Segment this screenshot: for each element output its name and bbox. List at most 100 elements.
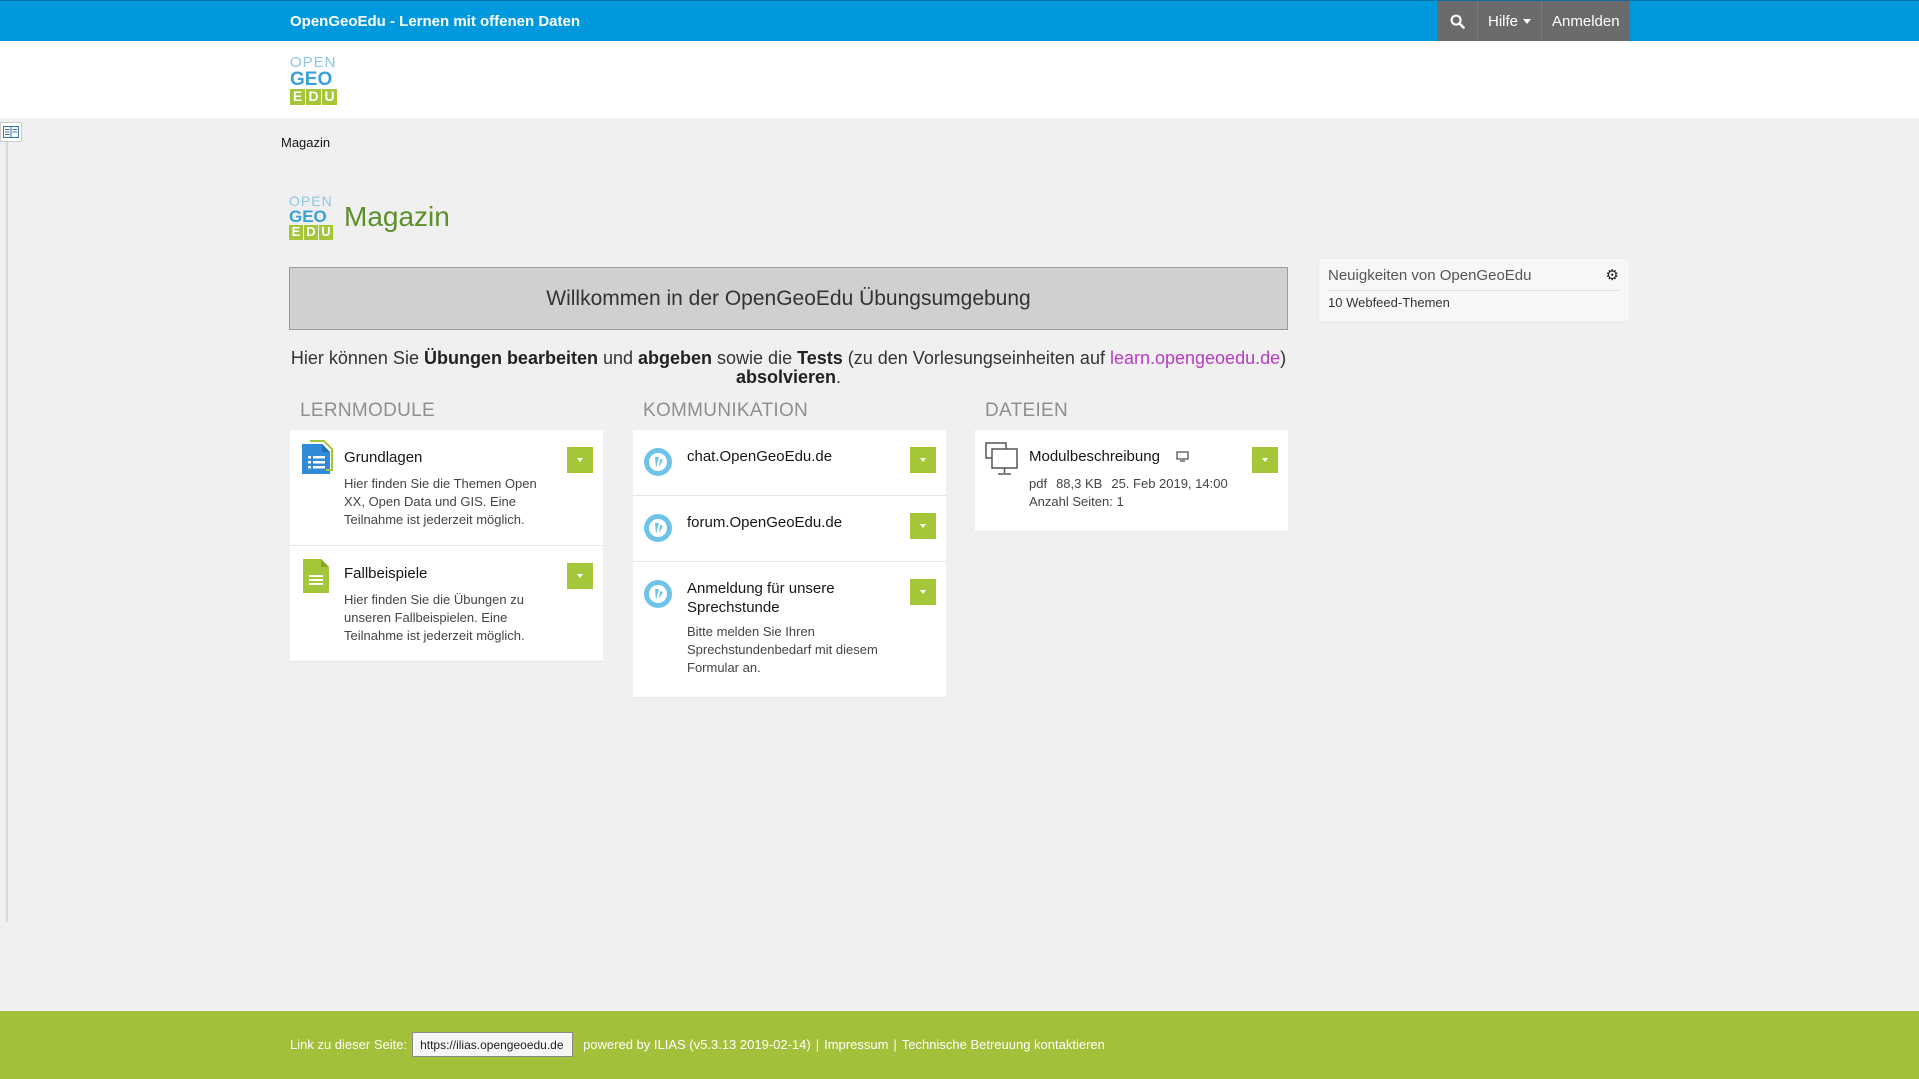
column-heading: KOMMUNIKATION bbox=[643, 400, 809, 421]
actions-dropdown-button[interactable] bbox=[910, 447, 936, 473]
chat-link-icon bbox=[643, 447, 673, 482]
actions-dropdown-button[interactable] bbox=[1252, 447, 1278, 473]
news-block: Neuigkeiten von OpenGeoEdu ⚙ 10 Webfeed-… bbox=[1318, 258, 1630, 322]
news-heading: Neuigkeiten von OpenGeoEdu bbox=[1328, 267, 1532, 284]
impressum-link[interactable]: Impressum bbox=[824, 1037, 888, 1052]
header: OPEN GEO E D U bbox=[0, 41, 1919, 118]
logo-letter: E bbox=[289, 225, 303, 240]
item-description: Bitte melden Sie Ihren Sprechstundenbeda… bbox=[687, 624, 878, 675]
slate-toggle-button[interactable] bbox=[0, 122, 22, 142]
intro-text-part: Hier können Sie bbox=[290, 348, 424, 368]
footer-row: Link zu dieser Seite: powered by ILIAS (… bbox=[290, 1032, 1105, 1057]
list-item: Modulbeschreibung pdf 88,3 KB 25. Feb 2019… bbox=[975, 430, 1288, 532]
monitor-icon bbox=[1176, 451, 1189, 462]
intro-text-part: (zu den Vorlesungseinheiten auf bbox=[842, 348, 1110, 368]
search-button[interactable] bbox=[1437, 1, 1477, 42]
powered-by-text: powered by ILIAS (v5.3.13 2019-02-14) bbox=[583, 1037, 811, 1052]
list-item: Anmeldung für unsere Sprechstunde Bitte … bbox=[633, 562, 946, 698]
page-header: OPEN GEO E D U Magazin bbox=[289, 194, 450, 240]
item-title-link[interactable]: forum.OpenGeoEdu.de bbox=[687, 513, 907, 532]
list-item: forum.OpenGeoEdu.de bbox=[633, 496, 946, 562]
logo-letter: U bbox=[322, 89, 337, 105]
gear-icon[interactable]: ⚙ bbox=[1606, 266, 1619, 284]
footer: Link zu dieser Seite: powered by ILIAS (… bbox=[0, 1011, 1919, 1079]
column-dateien: DATEIEN Modulbeschreibung pdf 88,3 KB 25. … bbox=[975, 400, 1288, 532]
file-meta: pdf 88,3 KB 25. Feb 2019, 14:00 Anzahl Sei… bbox=[1029, 475, 1278, 511]
category-icon: OPEN GEO E D U bbox=[289, 194, 334, 240]
permalink-label: Link zu dieser Seite: bbox=[290, 1037, 408, 1052]
item-title-link[interactable]: Anmeldung für unsere Sprechstunde bbox=[687, 579, 857, 617]
search-icon bbox=[1450, 14, 1465, 29]
slate-divider bbox=[6, 142, 8, 922]
help-label: Hilfe bbox=[1488, 13, 1519, 30]
column-kommunikation: KOMMUNIKATION chat.OpenGeoEdu.de forum.O… bbox=[633, 400, 946, 698]
divider: | bbox=[815, 1037, 820, 1052]
intro-bold-part: abgeben bbox=[638, 348, 713, 368]
actions-dropdown-button[interactable] bbox=[567, 563, 593, 589]
column-heading: LERNMODULE bbox=[300, 400, 435, 421]
caret-down-icon bbox=[1523, 19, 1532, 24]
top-bar: OpenGeoEdu - Lernen mit offenen Daten Hi… bbox=[0, 0, 1919, 42]
support-contact-link[interactable]: Technische Betreuung kontaktieren bbox=[902, 1037, 1105, 1052]
file-title: Modulbeschreibung bbox=[1029, 448, 1160, 465]
logo-letter: D bbox=[306, 89, 321, 105]
login-button[interactable]: Anmelden bbox=[1541, 1, 1630, 42]
logo-letter: D bbox=[304, 225, 318, 240]
forum-link-icon bbox=[643, 513, 673, 548]
intro-bold-part: Übungen bearbeiten bbox=[423, 348, 598, 368]
column-heading: DATEIEN bbox=[985, 400, 1069, 421]
item-title-link[interactable]: chat.OpenGeoEdu.de bbox=[687, 447, 907, 466]
item-description: Hier finden Sie die Themen Open XX, Open… bbox=[344, 476, 537, 527]
logo-line-open: OPEN bbox=[290, 54, 337, 71]
list-item: Fallbeispiele Hier finden Sie die Übunge… bbox=[290, 546, 603, 662]
file-size: 88,3 KB bbox=[1056, 476, 1103, 491]
divider: | bbox=[893, 1037, 897, 1052]
news-item[interactable]: 10 Webfeed-Themen bbox=[1328, 295, 1450, 310]
file-page-count: Anzahl Seiten: 1 bbox=[1029, 494, 1124, 509]
caret-down-icon bbox=[577, 458, 583, 462]
form-link-icon bbox=[643, 579, 673, 614]
actions-dropdown-button[interactable] bbox=[567, 447, 593, 473]
actions-dropdown-button[interactable] bbox=[910, 579, 936, 605]
learning-module-icon bbox=[300, 440, 334, 481]
intro-text-part: und bbox=[597, 348, 639, 368]
logo-line-geo: GEO bbox=[290, 69, 333, 90]
actions-dropdown-button[interactable] bbox=[910, 513, 936, 539]
item-description: Hier finden Sie die Übungen zu unseren F… bbox=[344, 592, 525, 643]
list-item: chat.OpenGeoEdu.de bbox=[633, 430, 946, 496]
site-title[interactable]: OpenGeoEdu - Lernen mit offenen Daten bbox=[290, 13, 580, 30]
logo-line-edu: E D U bbox=[290, 89, 338, 105]
intro-bold-part: absolvieren bbox=[735, 367, 837, 387]
sidebar-toggle-icon bbox=[3, 126, 19, 138]
help-menu-button[interactable]: Hilfe bbox=[1477, 1, 1542, 42]
logo-line-open: OPEN bbox=[289, 193, 333, 209]
intro-text: Hier können Sie Übungen bearbeiten und a… bbox=[289, 349, 1288, 387]
column-lernmodule: LERNMODULE Grundlagen Hier finden Sie di… bbox=[290, 400, 603, 662]
caret-down-icon bbox=[1262, 458, 1268, 462]
caret-down-icon bbox=[920, 590, 926, 594]
breadcrumb[interactable]: Magazin bbox=[281, 135, 330, 150]
caret-down-icon bbox=[577, 574, 583, 578]
welcome-banner: Willkommen in der OpenGeoEdu Übungsumgeb… bbox=[289, 267, 1288, 330]
document-icon bbox=[302, 558, 330, 599]
intro-text-part: ) bbox=[1280, 348, 1287, 368]
site-logo[interactable]: OPEN GEO E D U bbox=[290, 55, 338, 105]
caret-down-icon bbox=[920, 524, 926, 528]
item-title-link[interactable]: Fallbeispiele bbox=[344, 564, 564, 583]
top-bar-actions: Hilfe Anmelden bbox=[1437, 1, 1630, 42]
file-date: 25. Feb 2019, 14:00 bbox=[1111, 476, 1228, 491]
logo-letter: E bbox=[290, 89, 305, 105]
logo-letter: U bbox=[319, 225, 333, 240]
item-title-link[interactable]: Grundlagen bbox=[344, 448, 564, 467]
permalink-input[interactable] bbox=[412, 1032, 574, 1057]
list-item: Grundlagen Hier finden Sie die Themen Op… bbox=[290, 430, 603, 546]
logo-line-geo: GEO bbox=[289, 207, 327, 226]
intro-bold-part: Tests bbox=[797, 348, 843, 368]
learn-site-link[interactable]: learn.opengeoedu.de bbox=[1110, 348, 1280, 368]
item-title-link[interactable]: Modulbeschreibung bbox=[1029, 447, 1249, 466]
page-title: Magazin bbox=[344, 201, 450, 232]
intro-text-part: . bbox=[836, 367, 842, 387]
file-type: pdf bbox=[1029, 476, 1048, 491]
login-label: Anmelden bbox=[1552, 13, 1620, 30]
logo-line-edu: E D U bbox=[289, 225, 334, 240]
